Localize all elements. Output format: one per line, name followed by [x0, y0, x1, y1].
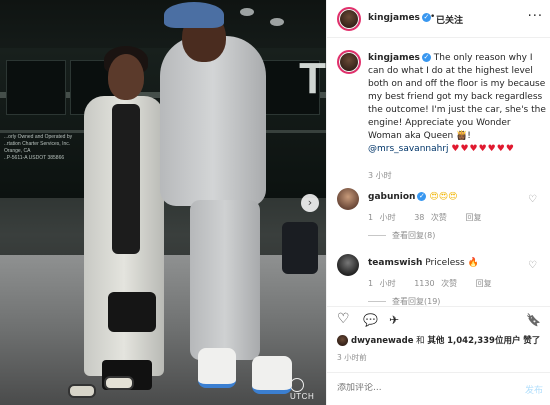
likes-summary: dwyanewade 和 其他 1,042,339位用户 赞了	[337, 334, 547, 346]
cap	[164, 2, 224, 28]
pouch-bag	[282, 222, 318, 274]
separator-dot: •	[430, 12, 436, 22]
comment-like-icon[interactable]: ♡	[528, 260, 537, 271]
man-figure	[160, 36, 266, 206]
comment-time: 1 小时	[368, 213, 396, 222]
reply-button[interactable]: 回复	[465, 213, 481, 222]
caption-hearts: ♥♥♥♥♥♥♥	[451, 144, 515, 154]
woman-figure	[108, 54, 144, 100]
caption-username[interactable]: kingjames	[368, 53, 420, 63]
watermark: UTCH	[290, 378, 326, 401]
post-side-panel: kingjames ✓ • 已关注 ··· kingjames ✓ The only…	[326, 0, 550, 405]
caption-avatar[interactable]	[337, 50, 361, 74]
follow-status-button[interactable]: 已关注	[436, 13, 463, 26]
commenter-username[interactable]: gabunion	[368, 192, 415, 202]
verified-badge-icon: ✓	[421, 53, 431, 62]
carousel-next-button[interactable]: ›	[301, 194, 319, 212]
comment-like-icon[interactable]: ♡	[528, 194, 537, 205]
commenter-avatar[interactable]	[337, 254, 359, 276]
share-icon[interactable]: ✈	[389, 313, 399, 327]
commenter-username[interactable]: teamswish	[368, 258, 422, 268]
post-timestamp: 3 小时前	[337, 353, 367, 362]
view-replies-button[interactable]: 查看回复(8)	[368, 230, 435, 241]
verified-badge-icon: ✓	[417, 192, 427, 201]
commenter-avatar[interactable]	[337, 188, 359, 210]
like-icon[interactable]: ♡	[337, 311, 350, 327]
reply-button[interactable]: 回复	[476, 279, 492, 288]
watermark-logo-icon	[290, 378, 304, 392]
comment-likes[interactable]: 38 次赞	[414, 213, 447, 222]
comment-icon[interactable]: 💬	[363, 313, 378, 327]
post-photo[interactable]: ...orly Owned and Operated by ..rtation …	[0, 0, 326, 405]
post-header: kingjames ✓ • 已关注 ···	[327, 0, 550, 38]
avatar[interactable]	[337, 7, 361, 31]
caption-time: 3 小时	[368, 171, 392, 180]
comment-text: Priceless 🔥	[425, 258, 479, 268]
more-options-icon[interactable]: ···	[528, 9, 543, 24]
comment-input[interactable]	[337, 383, 497, 393]
liker-avatar[interactable]	[337, 335, 348, 346]
action-bar: ♡ 💬 ✈ 🔖	[327, 306, 550, 336]
caption-mention-link[interactable]: @mrs_savannahrj	[368, 144, 449, 154]
likes-count[interactable]: 1,042,339	[447, 336, 495, 346]
save-icon[interactable]: 🔖	[526, 313, 541, 327]
comment-likes[interactable]: 1130 次赞	[414, 279, 457, 288]
header-username[interactable]: kingjames ✓	[368, 13, 431, 23]
handbag	[108, 292, 156, 332]
comment-box: 发布	[327, 372, 550, 405]
comment-time: 1 小时	[368, 279, 396, 288]
liker-username[interactable]: dwyanewade	[351, 336, 413, 346]
bus-text: ...orly Owned and Operated by ..rtation …	[4, 134, 73, 161]
post-comment-button[interactable]: 发布	[525, 383, 543, 396]
caption-text: The only reason why I can do what I do a…	[368, 53, 546, 141]
comment-text: 😍😍😍	[429, 192, 458, 202]
bus-letter: T	[299, 54, 326, 103]
